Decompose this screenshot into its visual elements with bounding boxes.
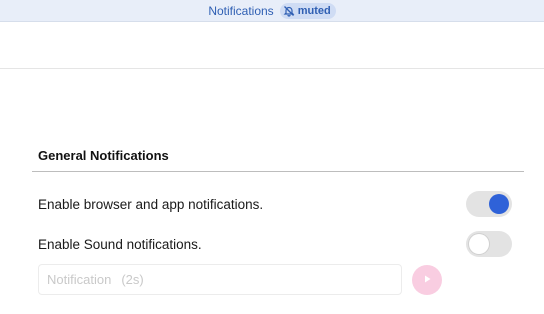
browser-notifications-row: Enable browser and app notifications.	[38, 191, 512, 217]
sound-select-row: Notification (2s)	[38, 264, 442, 295]
general-notifications-section: General Notifications	[32, 140, 524, 172]
muted-bell-icon	[283, 5, 295, 17]
notification-status-bar: Notifications muted	[0, 0, 544, 22]
sound-notifications-toggle[interactable]	[466, 231, 512, 257]
browser-notifications-toggle[interactable]	[466, 191, 512, 217]
sound-notifications-label: Enable Sound notifications.	[38, 236, 202, 252]
play-sound-button[interactable]	[412, 264, 442, 295]
muted-badge[interactable]: muted	[279, 2, 336, 19]
muted-badge-label: muted	[297, 4, 331, 17]
play-icon	[422, 271, 432, 289]
notification-sound-select[interactable]: Notification (2s)	[38, 264, 402, 295]
section-title: General Notifications	[32, 140, 524, 172]
toggle-knob	[469, 234, 489, 254]
status-bar-title: Notifications	[208, 3, 274, 18]
sound-select-value: Notification	[47, 272, 112, 287]
sound-duration: (2s)	[121, 272, 144, 287]
toggle-knob	[489, 194, 509, 214]
sound-notifications-row: Enable Sound notifications.	[38, 231, 512, 257]
header-area	[0, 22, 544, 69]
browser-notifications-label: Enable browser and app notifications.	[38, 196, 264, 212]
